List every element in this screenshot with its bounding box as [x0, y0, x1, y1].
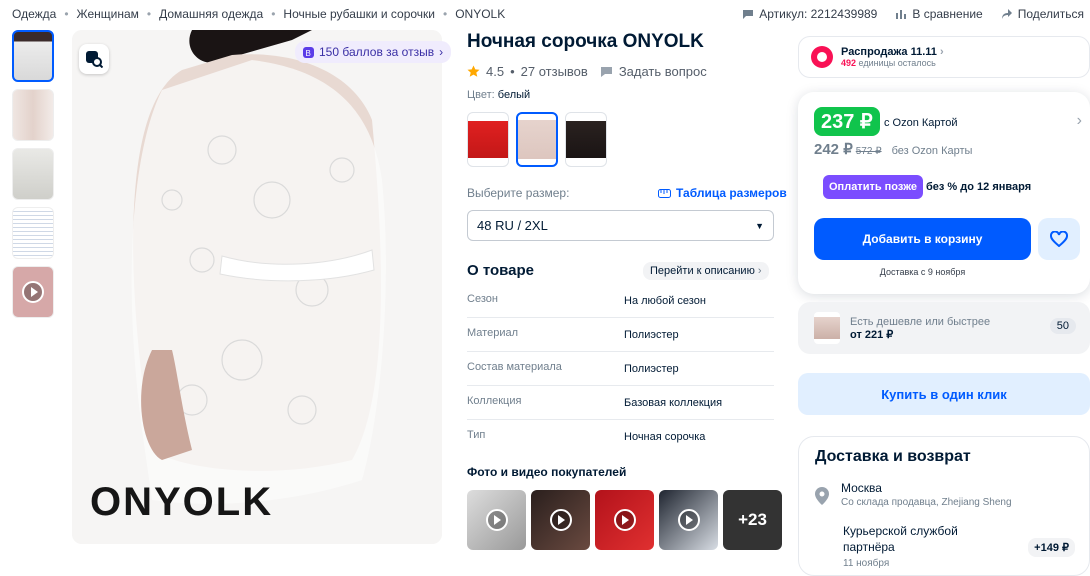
ozon-card-label: с Ozon Картой	[884, 117, 958, 129]
sale-icon	[811, 46, 833, 68]
chevron-right-icon: ›	[939, 46, 944, 58]
spec-row: Материал Полиэстер	[467, 318, 774, 352]
ugc-more-button[interactable]: +23	[723, 490, 782, 550]
spec-row: Сезон На любой сезон	[467, 284, 774, 318]
breadcrumb-item[interactable]: Одежда	[12, 7, 56, 21]
color-label: Цвет: белый	[467, 89, 531, 101]
thumbnail-list	[12, 30, 54, 325]
color-value: белый	[497, 89, 531, 101]
ask-question-link[interactable]: Задать вопрос	[619, 64, 707, 79]
star-icon	[467, 65, 480, 77]
size-label: Выберите размер:	[467, 186, 570, 200]
heart-icon	[1050, 231, 1068, 247]
reviews-link[interactable]: 27 отзывов	[521, 64, 588, 79]
chat-icon	[743, 10, 754, 19]
chevron-right-icon: ›	[1076, 112, 1082, 129]
cheaper-offers[interactable]: Есть дешевле или быстрее от 221 ₽ 50	[798, 302, 1090, 354]
ugc-video[interactable]	[595, 490, 654, 550]
sale-banner[interactable]: Распродажа 11.11 › 492 единицы осталось	[798, 36, 1090, 78]
delivery-location[interactable]: Москва Со склада продавца, Zhejiang Shen…	[815, 481, 1012, 508]
compare-link[interactable]: В сравнение	[895, 7, 983, 21]
thumbnail[interactable]	[12, 30, 54, 82]
thumbnail[interactable]	[12, 89, 54, 141]
chevron-down-icon: ▼	[755, 220, 764, 231]
offers-count: 50	[1049, 318, 1076, 334]
favorite-button[interactable]	[1038, 218, 1080, 260]
product-image	[72, 30, 442, 544]
delivery-date: Доставка с 9 ноября	[879, 267, 966, 277]
play-icon	[485, 509, 508, 531]
add-to-cart-button[interactable]: Добавить в корзину	[814, 218, 1031, 260]
spec-table: Сезон На любой сезон Материал Полиэстер Со…	[467, 284, 774, 454]
size-table-link[interactable]: Таблица размеров	[658, 186, 787, 200]
chevron-right-icon: ›	[439, 45, 444, 59]
pay-later-button[interactable]: Оплатить позже	[823, 175, 923, 199]
color-swatch-red[interactable]	[467, 112, 509, 167]
chevron-right-icon: ›	[757, 265, 762, 277]
ozon-card-price[interactable]: 237 ₽	[814, 107, 880, 136]
ugc-video[interactable]	[659, 490, 718, 550]
breadcrumb-item[interactable]: Женщинам	[77, 7, 139, 21]
size-select[interactable]: 48 RU / 2XL ▼	[467, 210, 774, 241]
review-points-badge[interactable]: B 150 баллов за отзыв ›	[295, 41, 452, 63]
share-icon	[1001, 9, 1012, 19]
breadcrumb-item[interactable]: Ночные рубашки и сорочки	[283, 7, 435, 21]
share-link[interactable]: Поделиться	[1001, 7, 1084, 21]
courier-price: +149 ₽	[1028, 538, 1075, 557]
spec-row: Тип Ночная сорочка	[467, 429, 706, 443]
rating[interactable]: 4.5 • 27 отзывов Задать вопрос	[467, 64, 707, 79]
thumbnail[interactable]	[12, 207, 54, 259]
offer-thumbnail	[814, 312, 840, 344]
question-icon	[600, 67, 612, 77]
color-swatches	[467, 112, 607, 167]
video-thumbnail[interactable]	[12, 266, 54, 318]
pay-later-text: без % до 12 января	[926, 181, 1032, 193]
spec-row: Коллекция Базовая коллекция	[467, 386, 774, 420]
courier-option[interactable]: Курьерской службой партнёра 11 ноября	[843, 523, 993, 572]
spec-row: Состав материала Полиэстер	[467, 352, 774, 386]
ugc-video[interactable]	[531, 490, 590, 550]
brand-overlay: ONYOLK	[90, 480, 274, 524]
breadcrumb: Одежда • Женщинам • Домашняя одежда • Ночны…	[12, 7, 506, 21]
color-swatch-black[interactable]	[565, 112, 607, 167]
play-icon	[613, 509, 636, 531]
points-icon: B	[303, 46, 314, 58]
product-photo[interactable]: ONYOLK	[72, 30, 442, 544]
regular-price: 242 ₽572 ₽ без Ozon Карты	[814, 141, 973, 158]
play-icon	[22, 281, 44, 303]
thumbnail[interactable]	[12, 148, 54, 200]
play-icon	[677, 509, 700, 531]
color-swatch-white[interactable]	[516, 112, 558, 167]
buy-one-click-button[interactable]: Купить в один клик	[798, 373, 1090, 415]
ugc-title: Фото и видео покупателей	[467, 465, 627, 479]
old-price: 572 ₽	[855, 146, 882, 157]
breadcrumb-item[interactable]: ONYOLK	[455, 7, 505, 21]
delivery-title: Доставка и возврат	[815, 448, 971, 465]
location-pin-icon	[815, 487, 829, 505]
breadcrumb-item[interactable]: Домашняя одежда	[159, 7, 263, 21]
ugc-video[interactable]	[467, 490, 526, 550]
ugc-gallery: +23	[467, 490, 782, 550]
goto-description-button[interactable]: Перейти к описанию ›	[643, 262, 769, 280]
price-box: 237 ₽ с Ozon Картой › 242 ₽572 ₽ без Ozon…	[798, 92, 1090, 294]
article-number[interactable]: Артикул: 2212439989	[742, 7, 877, 21]
product-title: Ночная сорочка ONYOLK	[467, 31, 704, 52]
compare-icon	[896, 10, 907, 19]
image-search-button[interactable]	[79, 44, 109, 74]
ruler-icon	[658, 188, 671, 198]
play-icon	[549, 509, 572, 531]
delivery-box: Доставка и возврат Москва Со склада прод…	[798, 436, 1090, 576]
top-links: Артикул: 2212439989 В сравнение Поделить…	[742, 7, 1084, 21]
about-title: О товаре	[467, 262, 535, 279]
image-search-icon	[86, 51, 103, 68]
svg-text:B: B	[306, 49, 311, 58]
